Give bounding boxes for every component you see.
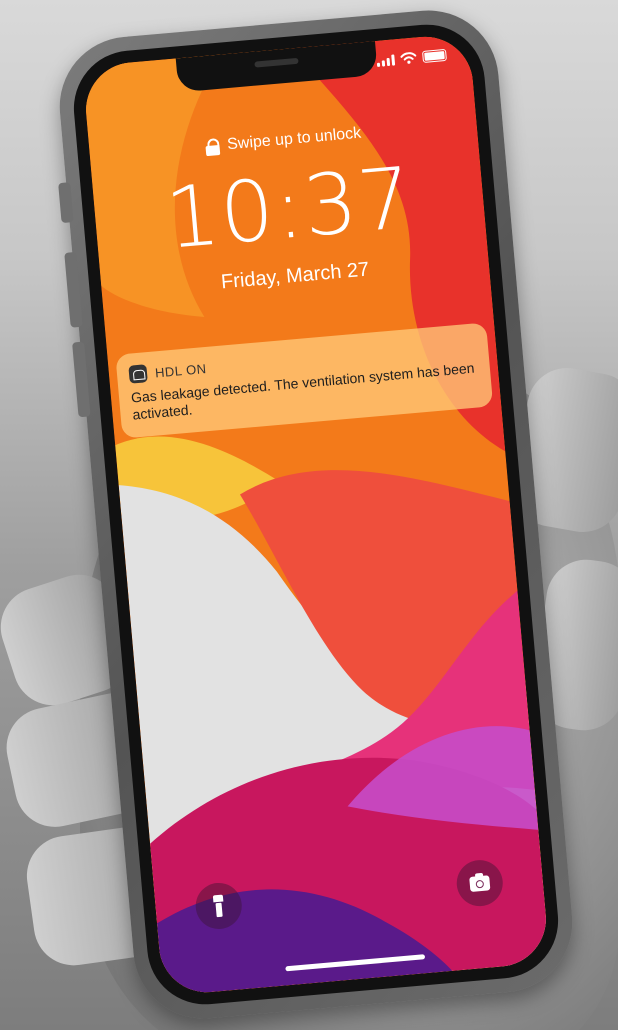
lock-screen[interactable]: Swipe up to unlock 10:37 Friday, March 2… (82, 32, 550, 997)
photo-scene: Swipe up to unlock 10:37 Friday, March 2… (0, 0, 618, 1030)
cellular-signal-icon (376, 53, 396, 67)
home-icon (128, 364, 148, 384)
lock-icon (205, 138, 220, 156)
notification-app-name: HDL ON (154, 360, 208, 380)
phone: Swipe up to unlock 10:37 Friday, March 2… (53, 4, 579, 1025)
camera-icon (469, 874, 491, 892)
earpiece-speaker (254, 57, 299, 68)
battery-icon (422, 48, 447, 63)
wifi-icon (400, 52, 417, 64)
flashlight-icon (213, 895, 225, 918)
